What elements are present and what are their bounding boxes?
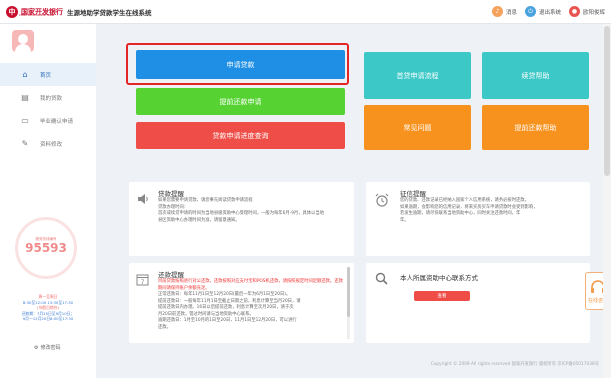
renew-help-button[interactable]: 续贷帮助 — [482, 52, 589, 99]
list-icon: ▤ — [21, 93, 29, 102]
avatar-body — [15, 44, 31, 52]
home-icon: ⌂ — [22, 70, 28, 79]
avatar-head — [18, 34, 28, 44]
first-loan-flow-button[interactable]: 首贷申请流程 — [364, 52, 471, 99]
change-password-link[interactable]: ⚙ 修改密码 — [34, 344, 61, 352]
messages-button[interactable]: ♪ 消息 — [491, 6, 517, 17]
repay-notice-card: 7 还款提醒 目前贷款按照进行对公还款，还款按照对应支付宝和POS机还款，请按照… — [129, 263, 354, 343]
speaker-icon — [138, 194, 148, 204]
repay-notice-title: 还款提醒 — [158, 271, 184, 279]
page-scrollbar[interactable] — [603, 24, 611, 378]
loan-notice-body: 如果您需要申请贷款，请您事先阅读贷款申请流程 贷款办理时间： 首次或续贷申请的时… — [158, 198, 350, 224]
sidebar-item-profile[interactable]: ✎ 资料修改 — [0, 132, 96, 155]
logout-label: 退出系统 — [538, 9, 561, 16]
repay-notice-body: 目前贷款按照进行对公还款，还款按照对应支付宝和POS机还款，请按照规定时间足额还… — [158, 279, 344, 331]
progress-query-button[interactable]: 贷款申请进度查询 — [136, 122, 345, 149]
change-password-label: 修改密码 — [40, 345, 61, 351]
credit-notice-title: 征信提醒 — [400, 190, 426, 198]
bell-icon: ♪ — [491, 6, 503, 17]
faq-button[interactable]: 常见问题 — [364, 105, 471, 150]
messages-label: 消息 — [505, 9, 517, 16]
loan-notice-card: 贷款提醒 如果您需要申请贷款，请您事先阅读贷款申请流程 贷款办理时间： 首次或续… — [129, 182, 354, 256]
sidebar: ⌂ 首页 ▤ 我的贷款 ▭ 毕业确认申请 ✎ 资料修改 服务热线编号 95593… — [0, 24, 96, 378]
logout-button[interactable]: ⏻ 退出系统 — [524, 6, 561, 17]
logout-icon: ⏻ — [524, 6, 536, 17]
user-icon: ● — [568, 6, 580, 17]
notice-line: 年。 — [400, 217, 409, 223]
sidebar-item-graduation[interactable]: ▭ 毕业确认申请 — [0, 109, 96, 132]
edit-icon: ✎ — [21, 139, 29, 148]
svg-text:7: 7 — [141, 279, 145, 286]
sidebar-item-label: 毕业确认申请 — [40, 118, 74, 125]
sidebar-item-label: 首页 — [40, 72, 52, 79]
top-header: 中 国家开发银行 生源地助学贷款学生在线系统 CHINA DEVELOPMENT… — [0, 0, 611, 24]
contact-card: 本人所属资助中心联系方式 查看 — [366, 263, 590, 343]
gear-icon: ⚙ — [34, 344, 39, 351]
card-icon: ▭ — [21, 116, 29, 125]
alarm-clock-icon — [375, 193, 389, 207]
footer-copyright: Copyright © 2009 All rights reserved 国家开… — [430, 362, 599, 367]
view-contact-button[interactable]: 查看 — [414, 291, 470, 301]
notice-line: 还款。 — [158, 324, 171, 330]
prepay-help-button[interactable]: 提前还款帮助 — [482, 105, 589, 150]
prepay-apply-button[interactable]: 提前还款申请 — [136, 88, 345, 115]
sidebar-item-label: 我的贷款 — [40, 95, 63, 102]
page-scroll-thumb[interactable] — [604, 26, 610, 176]
info-line: 9月一12月20日8:00至17:30 — [22, 316, 74, 322]
gauge-inner: 服务热线编号 95593 — [22, 224, 70, 272]
notice-line-red: 目前贷款按照进行对公还款，还款按照对应支付宝和POS机还款，请按照规定时间足额还… — [158, 279, 343, 284]
logo-mark: 中 — [6, 6, 18, 18]
service-hours: 周一至周日 8:30至12:00 13:30至17:30 (节假日除外) 还款期… — [6, 294, 90, 322]
contact-title: 本人所属资助中心联系方式 — [400, 274, 478, 282]
avatar[interactable] — [12, 30, 34, 52]
loan-notice-title: 贷款提醒 — [158, 190, 184, 198]
header-actions: ♪ 消息 ⏻ 退出系统 ● 欧阳俊辉 — [491, 6, 605, 17]
calendar-icon: 7 — [136, 274, 149, 286]
notice-line: 县区资助中心办理时间为准，请留意通知。 — [158, 217, 240, 223]
hotline-number: 95593 — [25, 241, 67, 255]
credit-notice-card: 征信提醒 您的贷款、还款记录已经纳入国家个人信用系统，请务必按时还款。 如果逾期… — [366, 182, 590, 256]
sidebar-item-my-loans[interactable]: ▤ 我的贷款 — [0, 86, 96, 109]
notice-scrollbar[interactable] — [347, 267, 350, 339]
apply-loan-button[interactable]: 申请贷款 — [136, 50, 345, 79]
sidebar-item-home[interactable]: ⌂ 首页 — [0, 63, 96, 86]
search-icon — [375, 272, 388, 285]
hotline-gauge: 服务热线编号 95593 — [15, 217, 77, 279]
sidebar-nav: ⌂ 首页 ▤ 我的贷款 ▭ 毕业确认申请 ✎ 资料修改 — [0, 63, 96, 155]
system-title: 生源地助学贷款学生在线系统 — [67, 9, 152, 17]
notice-scroll-thumb[interactable] — [347, 267, 350, 317]
user-name: 欧阳俊辉 — [582, 9, 605, 16]
bank-name-en: CHINA DEVELOPMENT BANK — [19, 14, 55, 17]
credit-notice-body: 您的贷款、还款记录已经纳入国家个人信用系统，请务必按时还款。 如果逾期，会影响您… — [400, 198, 586, 224]
user-menu[interactable]: ● 欧阳俊辉 — [568, 6, 605, 17]
sidebar-item-label: 资料修改 — [40, 141, 63, 148]
notice-line: 首次或续贷申请的时间为当地县级资助中心受理时间，一般为每年6月-9月，具体以当地 — [158, 211, 324, 216]
